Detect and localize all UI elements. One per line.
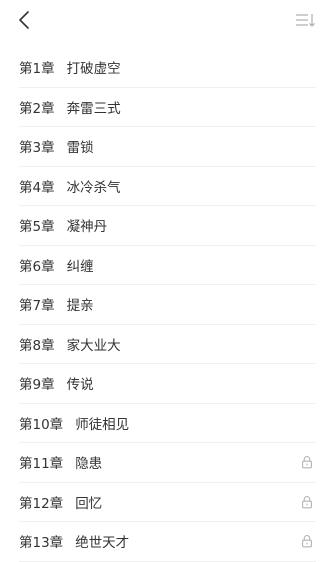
lock-icon [302,495,312,509]
chapter-number: 第9章 [19,377,55,394]
chapter-number: 第2章 [19,100,55,117]
chapter-title: 冰冷杀气 [66,179,121,196]
chapter-title: 纠缠 [66,258,94,275]
top-bar [0,0,330,44]
chapter-number: 第11章 [19,456,64,473]
chapter-title: 凝神丹 [66,219,108,236]
chapter-number: 第10章 [19,416,64,433]
chevron-left-icon [19,11,29,29]
chapter-list: 第1章 打破虚空 第2章 奔雷三式 第3章 雷锁 第4章 冰冷杀气 第5章 凝神丹 第6章 纠缠 第7章… [0,48,330,562]
chapter-item[interactable]: 第9章 传说 [19,364,316,404]
chapter-item[interactable]: 第11章 隐患 [19,443,316,483]
chapter-number: 第5章 [19,219,55,236]
chapter-title: 师徒相见 [75,416,130,433]
chapter-title: 雷锁 [66,140,94,157]
chapter-item[interactable]: 第12章 回忆 [19,483,316,522]
chapter-title: 绝世天才 [75,535,130,552]
chapter-title: 奔雷三式 [66,100,121,117]
chapter-number: 第3章 [19,140,55,157]
chapter-title: 打破虚空 [66,61,121,78]
chapter-item[interactable]: 第10章 师徒相见 [19,404,316,443]
chapter-item[interactable]: 第3章 雷锁 [19,127,316,167]
chapter-item[interactable]: 第6章 纠缠 [19,246,316,285]
chapter-item[interactable]: 第5章 凝神丹 [19,206,316,246]
chapter-number: 第13章 [19,535,64,552]
chapter-title: 提亲 [66,298,94,315]
sort-button[interactable] [292,8,318,32]
chapter-item[interactable]: 第2章 奔雷三式 [19,88,316,127]
chapter-item[interactable]: 第1章 打破虚空 [19,48,316,88]
chapter-title: 传说 [66,377,94,394]
chapter-item[interactable]: 第7章 提亲 [19,285,316,325]
chapter-number: 第7章 [19,298,55,315]
chapter-item[interactable]: 第4章 冰冷杀气 [19,167,316,206]
back-button[interactable] [10,6,38,34]
sort-list-icon [296,14,315,27]
chapter-title: 隐患 [75,456,103,473]
lock-icon [302,535,312,548]
chapter-item[interactable]: 第8章 家大业大 [19,325,316,364]
chapter-title: 家大业大 [66,337,121,354]
chapter-number: 第12章 [19,495,64,512]
lock-icon [302,456,312,469]
chapter-number: 第4章 [19,179,55,196]
chapter-item[interactable]: 第13章 绝世天才 [19,522,316,562]
chapter-number: 第6章 [19,258,55,275]
chapter-number: 第1章 [19,61,55,78]
chapter-title: 回忆 [75,495,103,512]
chapter-number: 第8章 [19,337,55,354]
